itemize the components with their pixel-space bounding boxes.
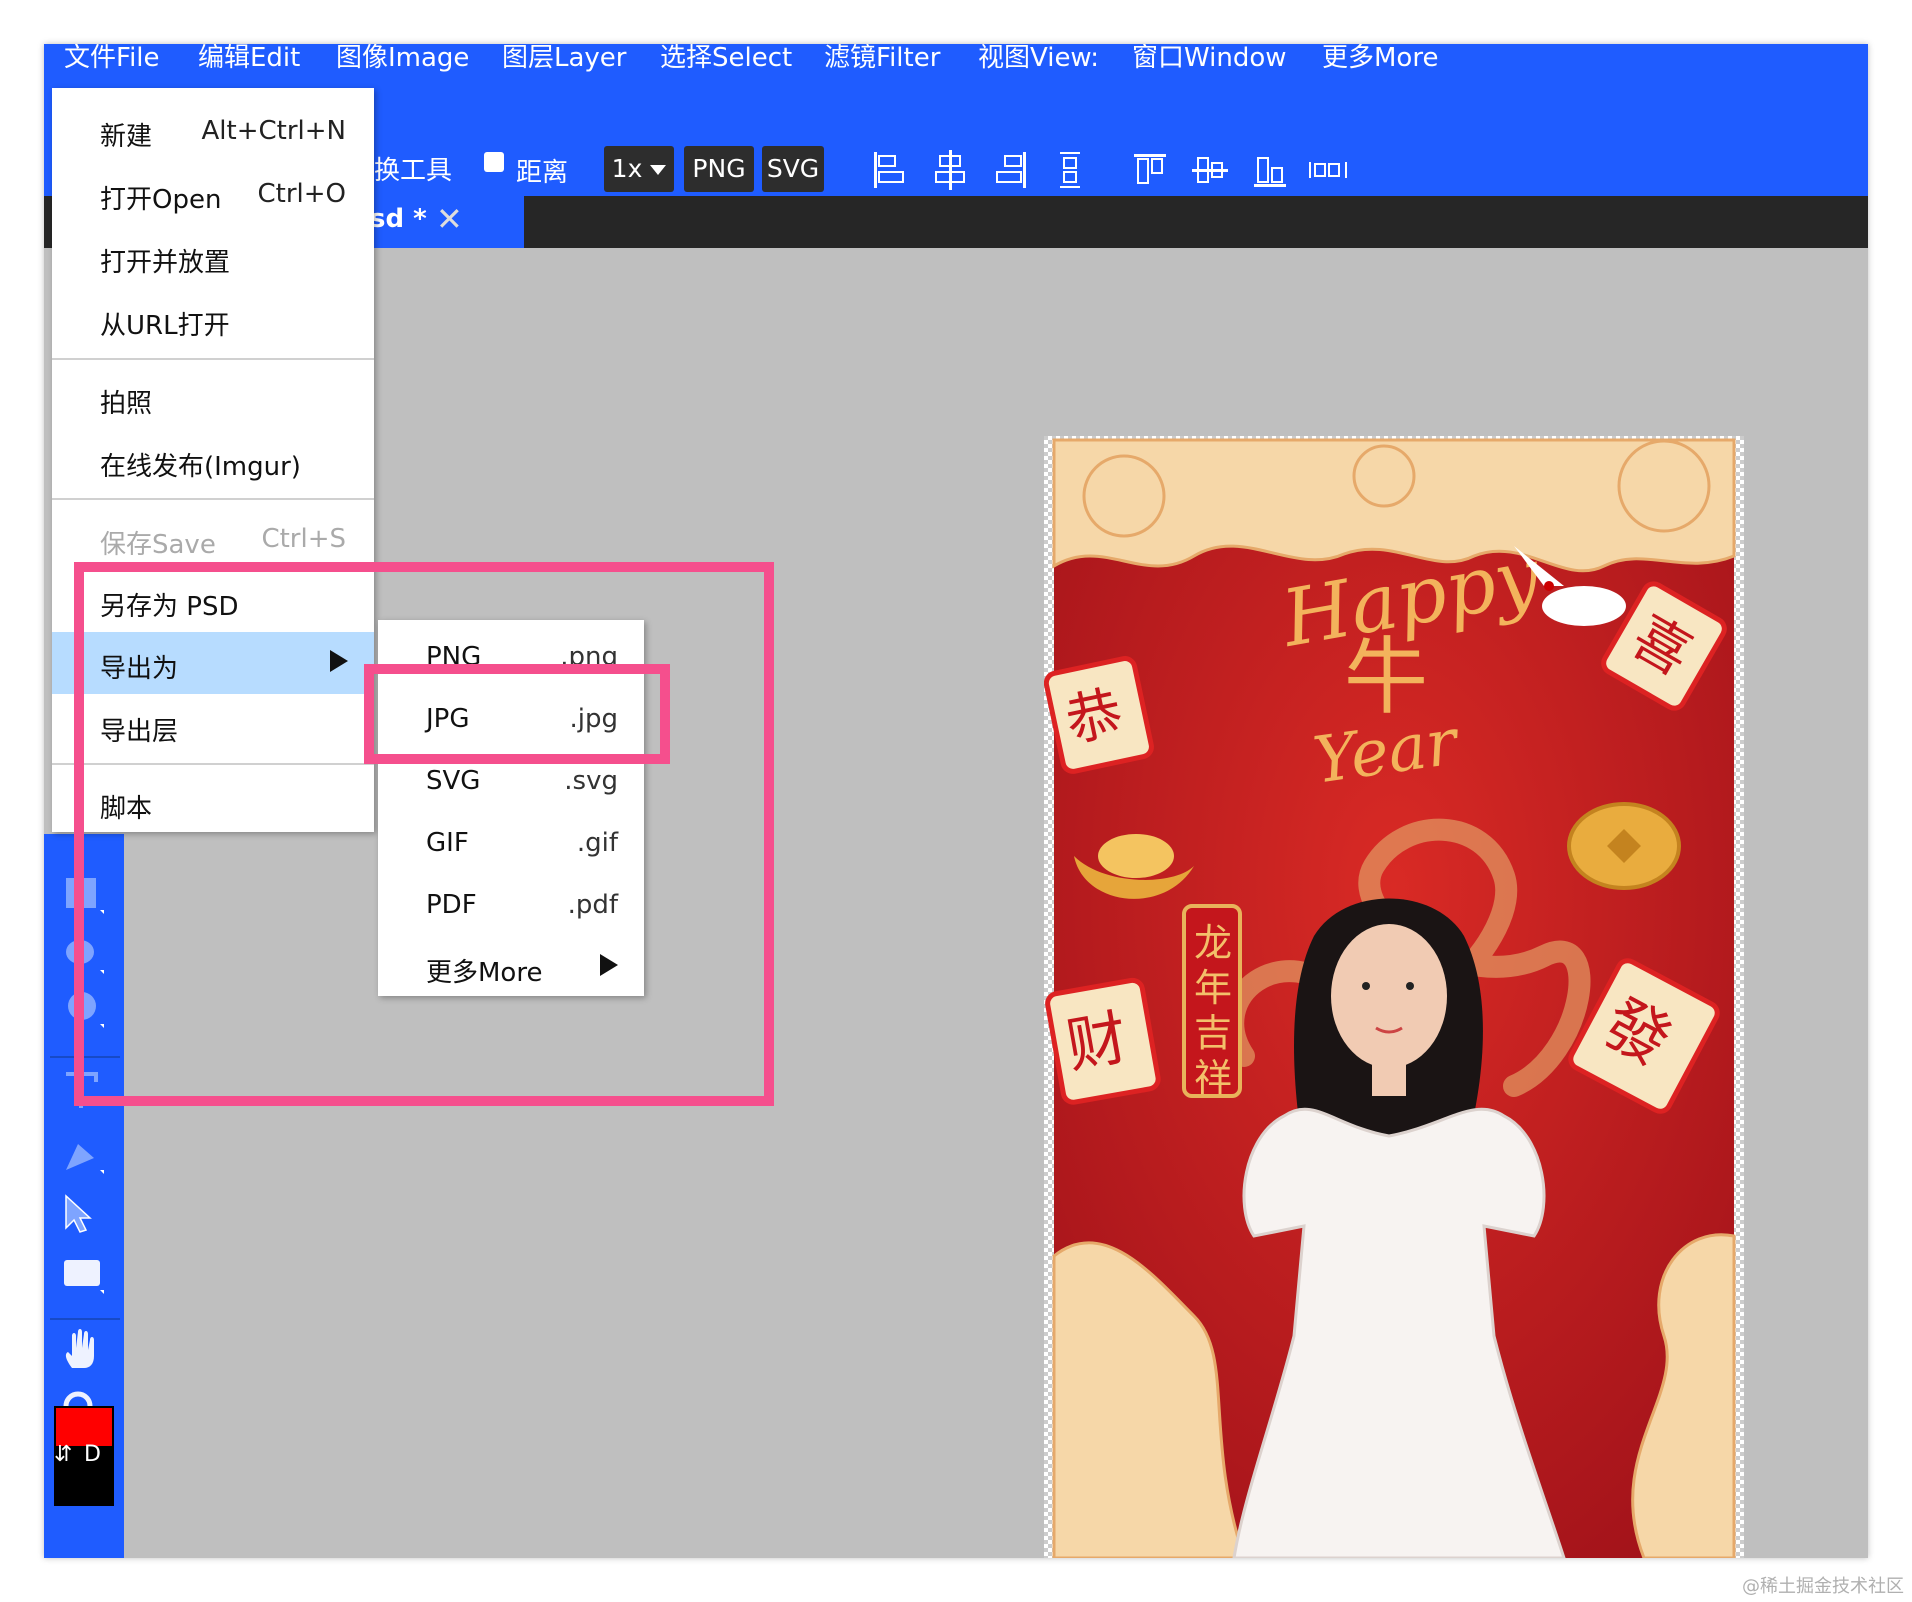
menu-item-open-from-url[interactable]: 从URL打开 (52, 289, 374, 351)
document-tab-title: sd * (370, 204, 427, 234)
close-icon[interactable]: ✕ (436, 200, 463, 238)
menu-separator (52, 358, 374, 360)
menu-more[interactable]: 更多More (1322, 44, 1438, 88)
export-svg-button[interactable]: SVG (762, 146, 824, 192)
hand-tool-icon[interactable] (56, 1326, 108, 1374)
menu-filter[interactable]: 滤镜Filter (824, 44, 940, 88)
transform-tools-label: 换工具 (374, 156, 453, 186)
rectangle-tool-icon[interactable] (56, 1250, 108, 1298)
menu-item-shortcut: Ctrl+O (257, 179, 346, 209)
annotation-highlight-jpg (364, 664, 670, 764)
cloud-decoration (1052, 438, 1736, 573)
menu-image[interactable]: 图像Image (336, 44, 469, 88)
document-canvas[interactable]: Happy 牛 Year 恭 喜 财 發 龙 年 吉 祥 (1044, 436, 1744, 1558)
zoom-value: 1x (611, 154, 643, 183)
menu-item-shortcut: Ctrl+S (261, 524, 346, 554)
menu-file[interactable]: 文件File (64, 44, 160, 88)
menu-item-open-and-place[interactable]: 打开并放置 (52, 226, 374, 288)
menu-layer[interactable]: 图层Layer (502, 44, 627, 88)
menu-item-save: 保存Save Ctrl+S (52, 508, 374, 570)
align-right-icon[interactable] (990, 148, 1030, 192)
menu-item-label: 打开并放置 (100, 248, 231, 278)
path-select-tool-icon[interactable] (56, 1190, 108, 1238)
pen-tool-icon[interactable] (56, 1130, 108, 1178)
menu-view[interactable]: 视图View: (978, 44, 1099, 88)
annotation-highlight-box (74, 562, 774, 1106)
menu-item-open[interactable]: 打开Open Ctrl+O (52, 163, 374, 225)
menu-bar: 文件File 编辑Edit 图像Image 图层Layer 选择Select 滤… (44, 44, 1868, 88)
distribute-v-icon[interactable] (1050, 148, 1090, 192)
watermark-text: @稀土掘金技术社区 (1742, 1576, 1904, 1597)
distribute-h-icon[interactable] (1306, 148, 1354, 192)
mahjong-tile-gong: 恭 (1044, 656, 1154, 774)
distance-checkbox[interactable] (484, 152, 504, 172)
align-middle-icon[interactable] (1190, 148, 1230, 192)
menu-item-label: 从URL打开 (100, 311, 230, 341)
menu-item-label: 保存Save (100, 530, 216, 560)
chevron-down-icon (650, 165, 667, 175)
gold-coin (1567, 802, 1681, 890)
svg-text:龙: 龙 (1194, 921, 1232, 965)
menu-item-publish-imgur[interactable]: 在线发布(Imgur) (52, 430, 374, 492)
menu-item-shortcut: Alt+Ctrl+N (201, 116, 347, 146)
menu-select[interactable]: 选择Select (660, 44, 792, 88)
default-colors-button[interactable]: D (84, 1442, 101, 1467)
menu-item-label: 打开Open (100, 185, 222, 215)
export-png-button[interactable]: PNG (684, 146, 754, 192)
menu-item-label: 新建 (100, 122, 153, 152)
svg-text:吉: 吉 (1194, 1011, 1232, 1055)
tool-separator (50, 1318, 120, 1320)
menu-item-label: 拍照 (100, 389, 153, 419)
app-window: 文件File 编辑Edit 图像Image 图层Layer 选择Select 滤… (44, 44, 1868, 1558)
blessing-banner: 龙 年 吉 祥 (1182, 904, 1242, 1100)
align-left-icon[interactable] (870, 148, 910, 192)
align-center-h-icon[interactable] (930, 148, 970, 192)
menu-item-take-photo[interactable]: 拍照 (52, 367, 374, 429)
mahjong-tile-cai: 财 (1045, 977, 1161, 1105)
svg-text:财: 财 (1061, 1003, 1132, 1082)
svg-text:祥: 祥 (1194, 1056, 1232, 1100)
align-top-icon[interactable] (1130, 148, 1170, 192)
swap-colors-icon[interactable]: ⇵ (54, 1442, 74, 1467)
menu-window[interactable]: 窗口Window (1132, 44, 1287, 88)
menu-item-new[interactable]: 新建 Alt+Ctrl+N (52, 100, 374, 162)
svg-text:年: 年 (1194, 966, 1232, 1010)
menu-edit[interactable]: 编辑Edit (198, 44, 300, 88)
align-bottom-icon[interactable] (1250, 148, 1290, 192)
menu-item-label: 在线发布(Imgur) (100, 452, 301, 482)
menu-separator (52, 498, 374, 500)
zoom-select[interactable]: 1x (604, 146, 674, 192)
distance-label: 距离 (516, 158, 569, 188)
